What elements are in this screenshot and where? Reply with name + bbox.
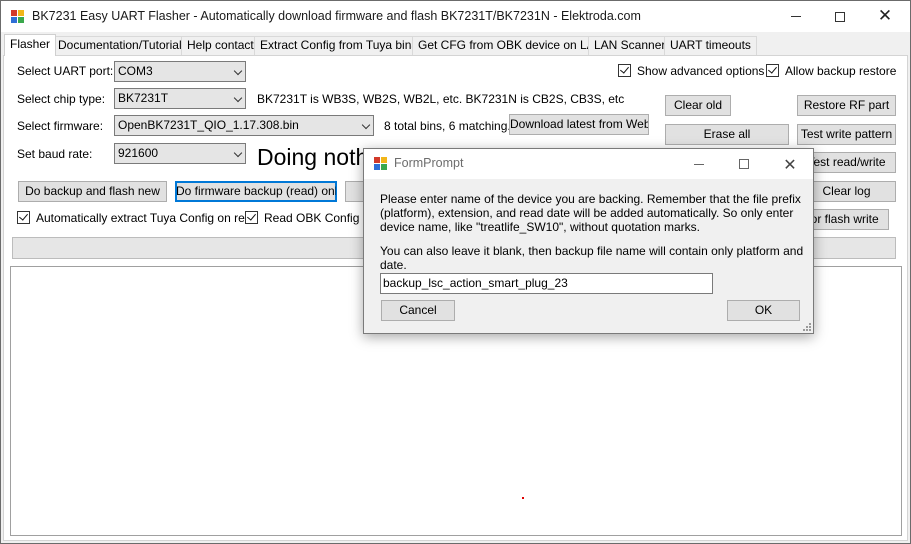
firmware-backup-button[interactable]: Do firmware backup (read) only: [175, 181, 337, 202]
minimize-icon: [694, 163, 704, 165]
dialog-minimize-button[interactable]: [676, 149, 722, 179]
dialog-message: Please enter name of the device you are …: [380, 192, 805, 272]
tab-flasher[interactable]: Flasher: [4, 34, 57, 56]
firmware-value: OpenBK7231T_QIO_1.17.308.bin: [118, 118, 299, 132]
uart-port-label: Select UART port:: [17, 64, 114, 78]
close-icon: ✕: [783, 154, 797, 174]
tab-documentation[interactable]: Documentation/Tutorials: [52, 36, 194, 55]
chevron-down-icon: [233, 148, 243, 158]
read-obk-checkbox[interactable]: [245, 211, 258, 224]
baud-rate-select[interactable]: 921600: [114, 143, 246, 164]
window-title: BK7231 Easy UART Flasher - Automatically…: [32, 9, 641, 23]
allow-backup-label: Allow backup restore: [785, 64, 897, 78]
ok-button[interactable]: OK: [727, 300, 800, 321]
title-bar: BK7231 Easy UART Flasher - Automatically…: [1, 1, 910, 32]
chevron-down-icon: [233, 93, 243, 103]
dialog-message-line-2: You can also leave it blank, then backup…: [380, 244, 804, 272]
dialog-close-button[interactable]: ✕: [767, 149, 813, 179]
firmware-select[interactable]: OpenBK7231T_QIO_1.17.308.bin: [114, 115, 374, 136]
app-icon: [374, 157, 388, 170]
tab-uart-timeouts[interactable]: UART timeouts: [664, 36, 757, 55]
resize-grip-icon[interactable]: [803, 323, 811, 331]
chip-info-text: BK7231T is WB3S, WB2S, WB2L, etc. BK7231…: [257, 92, 625, 106]
tab-get-cfg-obk[interactable]: Get CFG from OBK device on LAN: [412, 36, 610, 55]
close-icon: ✕: [877, 6, 893, 26]
chip-type-value: BK7231T: [118, 91, 169, 105]
chip-type-select[interactable]: BK7231T: [114, 88, 246, 109]
read-obk-label: Read OBK Config if p: [264, 211, 364, 225]
restore-rf-button[interactable]: Restore RF part: [797, 95, 896, 116]
uart-port-select[interactable]: COM3: [114, 61, 246, 82]
log-marker: [522, 497, 524, 499]
check-icon: [247, 211, 256, 221]
check-icon: [19, 211, 28, 221]
show-advanced-checkbox[interactable]: [618, 64, 631, 77]
test-write-pattern-button[interactable]: Test write pattern: [797, 124, 896, 145]
auto-extract-checkbox[interactable]: [17, 211, 30, 224]
uart-port-value: COM3: [118, 64, 153, 78]
minimize-button[interactable]: [773, 1, 819, 32]
maximize-button[interactable]: [817, 1, 863, 32]
close-button[interactable]: ✕: [862, 1, 908, 32]
maximize-icon: [739, 159, 749, 169]
dialog-title-bar: FormPrompt ✕: [364, 149, 813, 179]
firmware-label: Select firmware:: [17, 119, 104, 133]
tab-extract-config[interactable]: Extract Config from Tuya binary: [254, 36, 435, 55]
baud-rate-label: Set baud rate:: [17, 147, 93, 161]
chip-type-label: Select chip type:: [17, 92, 106, 106]
tab-help-contact[interactable]: Help contact: [181, 36, 260, 55]
chevron-down-icon: [361, 120, 371, 130]
form-prompt-dialog: FormPrompt ✕ Please enter name of the de…: [363, 148, 814, 334]
download-latest-button[interactable]: Download latest from Web: [509, 114, 649, 135]
device-name-input[interactable]: backup_lsc_action_smart_plug_23: [380, 273, 713, 294]
dialog-maximize-button[interactable]: [721, 149, 767, 179]
erase-all-button[interactable]: Erase all: [665, 124, 789, 145]
tab-lan-scanner[interactable]: LAN Scanner: [588, 36, 672, 55]
check-icon: [768, 64, 777, 74]
status-text: Doing nothing: [257, 144, 367, 170]
show-advanced-label: Show advanced options: [637, 64, 765, 78]
app-icon: [11, 10, 25, 23]
main-window: BK7231 Easy UART Flasher - Automatically…: [0, 0, 911, 544]
chevron-down-icon: [233, 66, 243, 76]
dialog-message-line-1: Please enter name of the device you are …: [380, 192, 801, 234]
clear-old-button[interactable]: Clear old: [665, 95, 731, 116]
check-icon: [620, 64, 629, 74]
maximize-icon: [835, 11, 845, 22]
minimize-icon: [791, 16, 801, 17]
allow-backup-checkbox[interactable]: [766, 64, 779, 77]
backup-and-flash-button[interactable]: Do backup and flash new: [18, 181, 167, 202]
cancel-button[interactable]: Cancel: [381, 300, 455, 321]
bins-info-text: 8 total bins, 6 matching.: [384, 119, 511, 133]
baud-rate-value: 921600: [118, 146, 159, 160]
dialog-title: FormPrompt: [394, 156, 464, 170]
auto-extract-label: Automatically extract Tuya Config on rea…: [36, 211, 259, 225]
